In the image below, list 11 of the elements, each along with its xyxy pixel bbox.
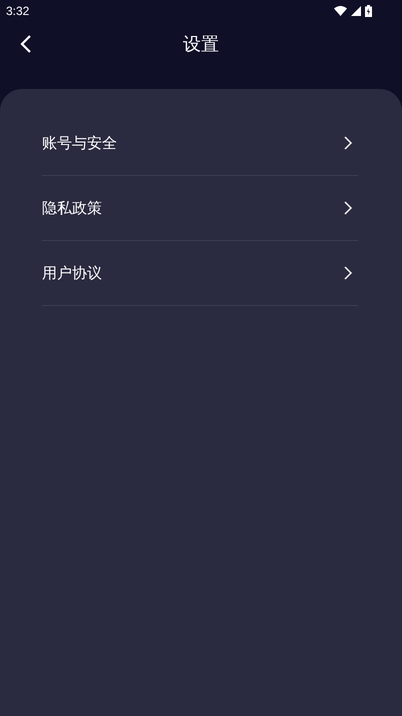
status-time: 3:32 — [6, 4, 30, 18]
page-title: 设置 — [183, 33, 219, 56]
chevron-right-icon — [344, 201, 352, 215]
chevron-right-icon — [344, 136, 352, 150]
chevron-right-icon — [344, 266, 352, 280]
signal-icon — [351, 6, 361, 16]
settings-item[interactable]: 用户协议 — [42, 241, 358, 306]
wifi-icon — [334, 6, 347, 16]
settings-item[interactable]: 隐私政策 — [42, 176, 358, 241]
battery-icon — [365, 5, 372, 17]
settings-item[interactable]: 账号与安全 — [42, 111, 358, 176]
